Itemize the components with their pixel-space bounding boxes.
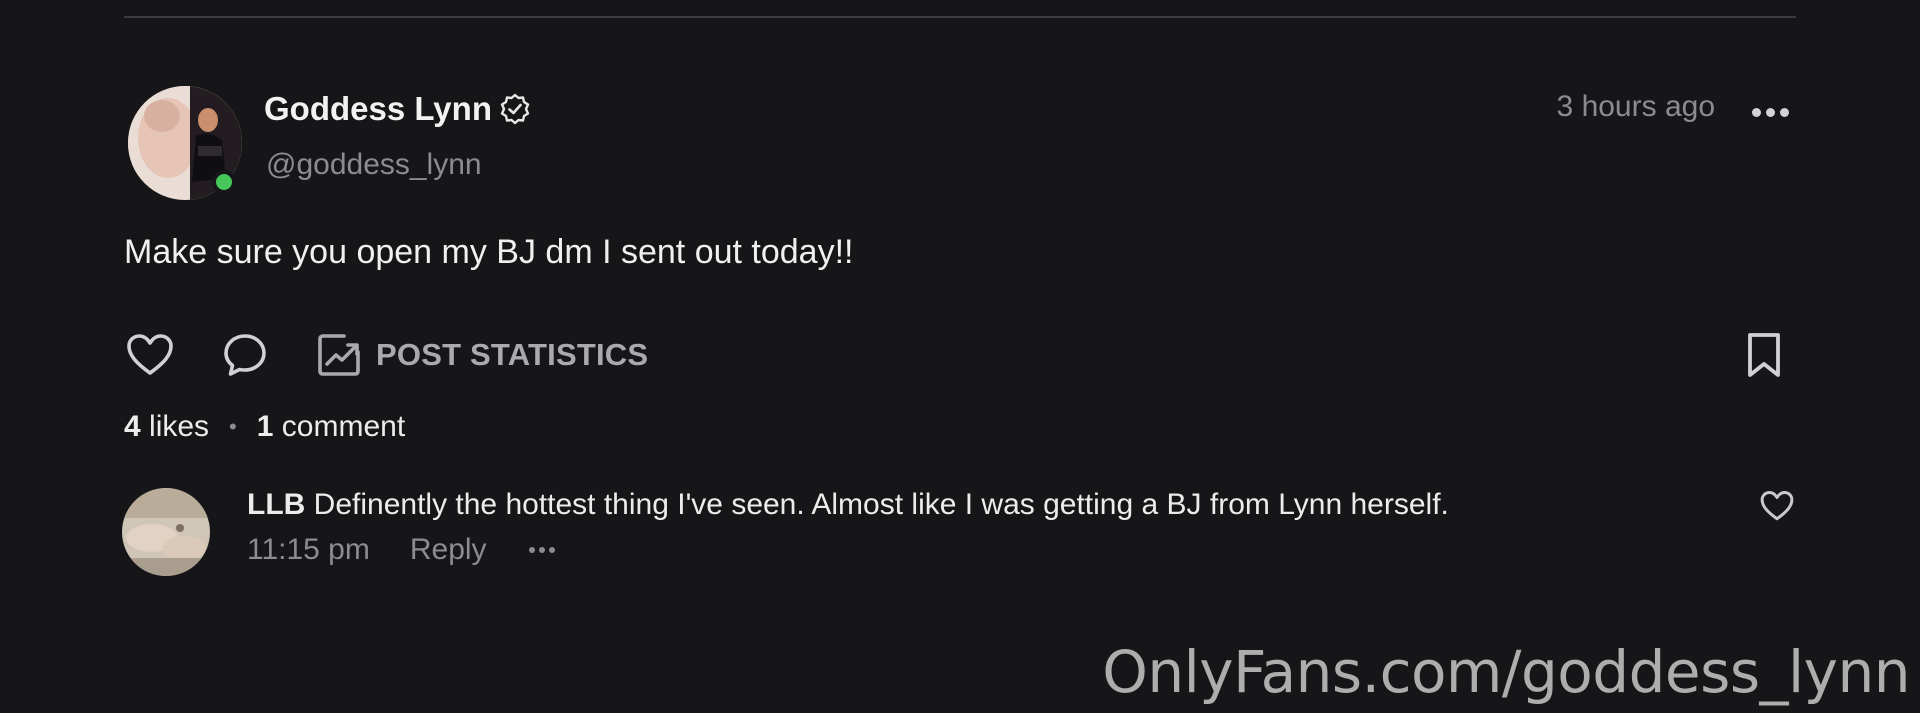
watermark-text: OnlyFans.com/goddess_lynn	[1102, 638, 1910, 706]
post-actions-bar: POST STATISTICS	[124, 325, 1796, 385]
heart-icon	[127, 334, 173, 375]
comment-text: Definently the hottest thing I've seen. …	[313, 488, 1449, 521]
commenter-avatar[interactable]	[122, 488, 210, 576]
post-more-options-icon[interactable]	[1752, 100, 1796, 124]
comments-count[interactable]: 1 comment	[257, 410, 405, 444]
post-timestamp: 3 hours ago	[1556, 90, 1715, 123]
author-avatar[interactable]	[128, 86, 242, 200]
post-statistics-label: POST STATISTICS	[376, 337, 649, 372]
like-button[interactable]	[126, 325, 174, 385]
top-divider	[124, 16, 1796, 18]
comment-time: 11:15 pm	[247, 533, 370, 566]
comment-more-options-icon[interactable]	[528, 547, 555, 553]
comment-bubble-icon	[224, 334, 266, 376]
verified-badge-icon	[498, 92, 532, 126]
comment-meta: 11:15 pm Reply	[247, 533, 555, 567]
online-status-indicator	[212, 170, 236, 194]
author-handle[interactable]: @goddess_lynn	[266, 148, 482, 182]
reply-button[interactable]: Reply	[410, 533, 487, 567]
post-text: Make sure you open my BJ dm I sent out t…	[124, 233, 854, 271]
comment-author[interactable]: LLB	[247, 488, 305, 521]
separator-dot: •	[229, 414, 237, 439]
comment-like-button[interactable]	[1760, 490, 1794, 524]
engagement-counts: 4 likes • 1 comment	[124, 410, 405, 444]
bookmark-button[interactable]	[1744, 325, 1784, 385]
comment-button[interactable]	[222, 325, 268, 385]
post-statistics-button[interactable]: POST STATISTICS	[316, 325, 648, 385]
chart-icon	[318, 334, 360, 376]
likes-count[interactable]: 4 likes	[124, 410, 209, 444]
comment-body: LLB Definently the hottest thing I've se…	[247, 488, 1449, 522]
author-name[interactable]: Goddess Lynn	[264, 90, 492, 128]
heart-icon	[1760, 491, 1794, 521]
post-card: Goddess Lynn @goddess_lynn 3 hours ago M…	[0, 0, 1920, 713]
bookmark-icon	[1748, 333, 1780, 377]
